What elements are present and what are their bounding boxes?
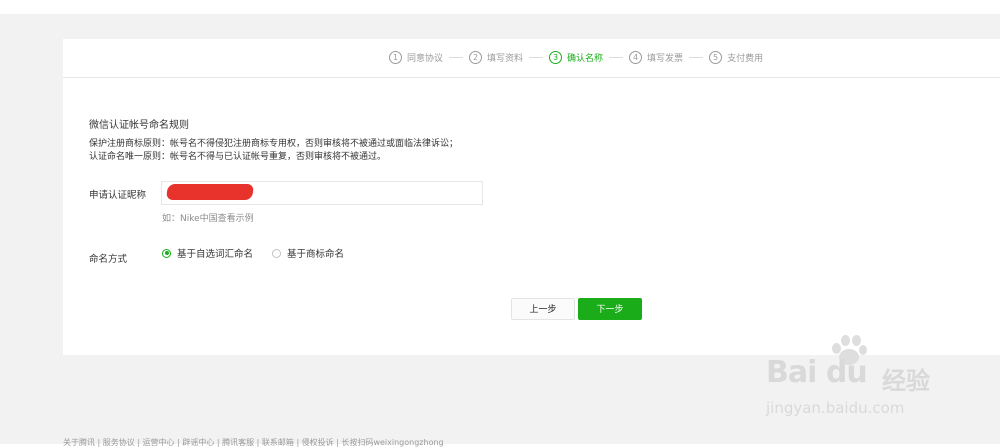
radio-unchecked-icon[interactable] (272, 248, 281, 258)
next-step-button[interactable]: 下一步 (578, 298, 642, 320)
radio-custom-vocabulary-label: 基于自选词汇命名 (177, 249, 254, 260)
watermark-brand: Bai du (766, 355, 868, 390)
footer-links[interactable]: 关于腾讯 | 服务协议 | 运营中心 | 辟谣中心 | 腾讯客服 | 联系邮箱 … (63, 437, 444, 448)
step-3-label: 确认名称 (567, 54, 604, 64)
step-2-number: 2 (469, 51, 483, 64)
step-indicator: 1 同意协议 2 填写资料 3 确认名称 4 填写发票 5 支付费用 (389, 51, 763, 64)
step-2: 2 填写资料 (469, 51, 523, 64)
nickname-label: 申请认证昵称 (89, 190, 147, 201)
step-separator (609, 57, 624, 58)
nickname-input[interactable] (161, 181, 483, 205)
step-5: 5 支付费用 (709, 51, 763, 64)
radio-checked-icon[interactable] (162, 248, 171, 258)
watermark-url: jingyan.baidu.com (766, 399, 905, 417)
prev-step-button[interactable]: 上一步 (511, 298, 575, 320)
step-3: 3 确认名称 (549, 51, 603, 64)
baidu-jingyan-watermark: Bai du 经验 jingyan.baidu.com (766, 333, 956, 423)
radio-custom-vocabulary[interactable]: 基于自选词汇命名 (162, 246, 253, 260)
step-4-number: 4 (629, 51, 643, 64)
step-5-label: 支付费用 (727, 54, 764, 64)
step-separator (449, 57, 464, 58)
step-4-label: 填写发票 (647, 54, 684, 64)
redaction-mark (165, 184, 255, 200)
step-1-number: 1 (389, 51, 402, 64)
step-1-label: 同意协议 (407, 54, 444, 64)
uniqueness-rule: 认证命名唯一原则：帐号名不得与已认证帐号重复，否则审核将不被通过。 (89, 152, 387, 162)
step-4: 4 填写发票 (629, 51, 683, 64)
step-5-number: 5 (709, 51, 723, 64)
watermark-jingyan: 经验 (882, 367, 930, 395)
naming-method-label: 命名方式 (89, 254, 128, 265)
naming-rules-title: 微信认证帐号命名规则 (89, 120, 189, 131)
nickname-hint: 如：Nike中国查看示例 (162, 214, 254, 224)
step-2-label: 填写资料 (487, 54, 524, 64)
radio-trademark-label: 基于商标命名 (287, 249, 345, 260)
step-separator (689, 57, 704, 58)
step-1: 1 同意协议 (389, 51, 443, 64)
step-separator (529, 57, 544, 58)
verification-card: 1 同意协议 2 填写资料 3 确认名称 4 填写发票 5 支付费用 微信认证帐… (63, 39, 1000, 355)
radio-trademark[interactable]: 基于商标命名 (272, 246, 344, 260)
step-3-number: 3 (549, 51, 563, 64)
trademark-rule: 保护注册商标原则：帐号名不得侵犯注册商标专用权，否则审核将不被通过或面临法律诉讼… (89, 139, 459, 149)
steps-header: 1 同意协议 2 填写资料 3 确认名称 4 填写发票 5 支付费用 (63, 39, 1000, 78)
